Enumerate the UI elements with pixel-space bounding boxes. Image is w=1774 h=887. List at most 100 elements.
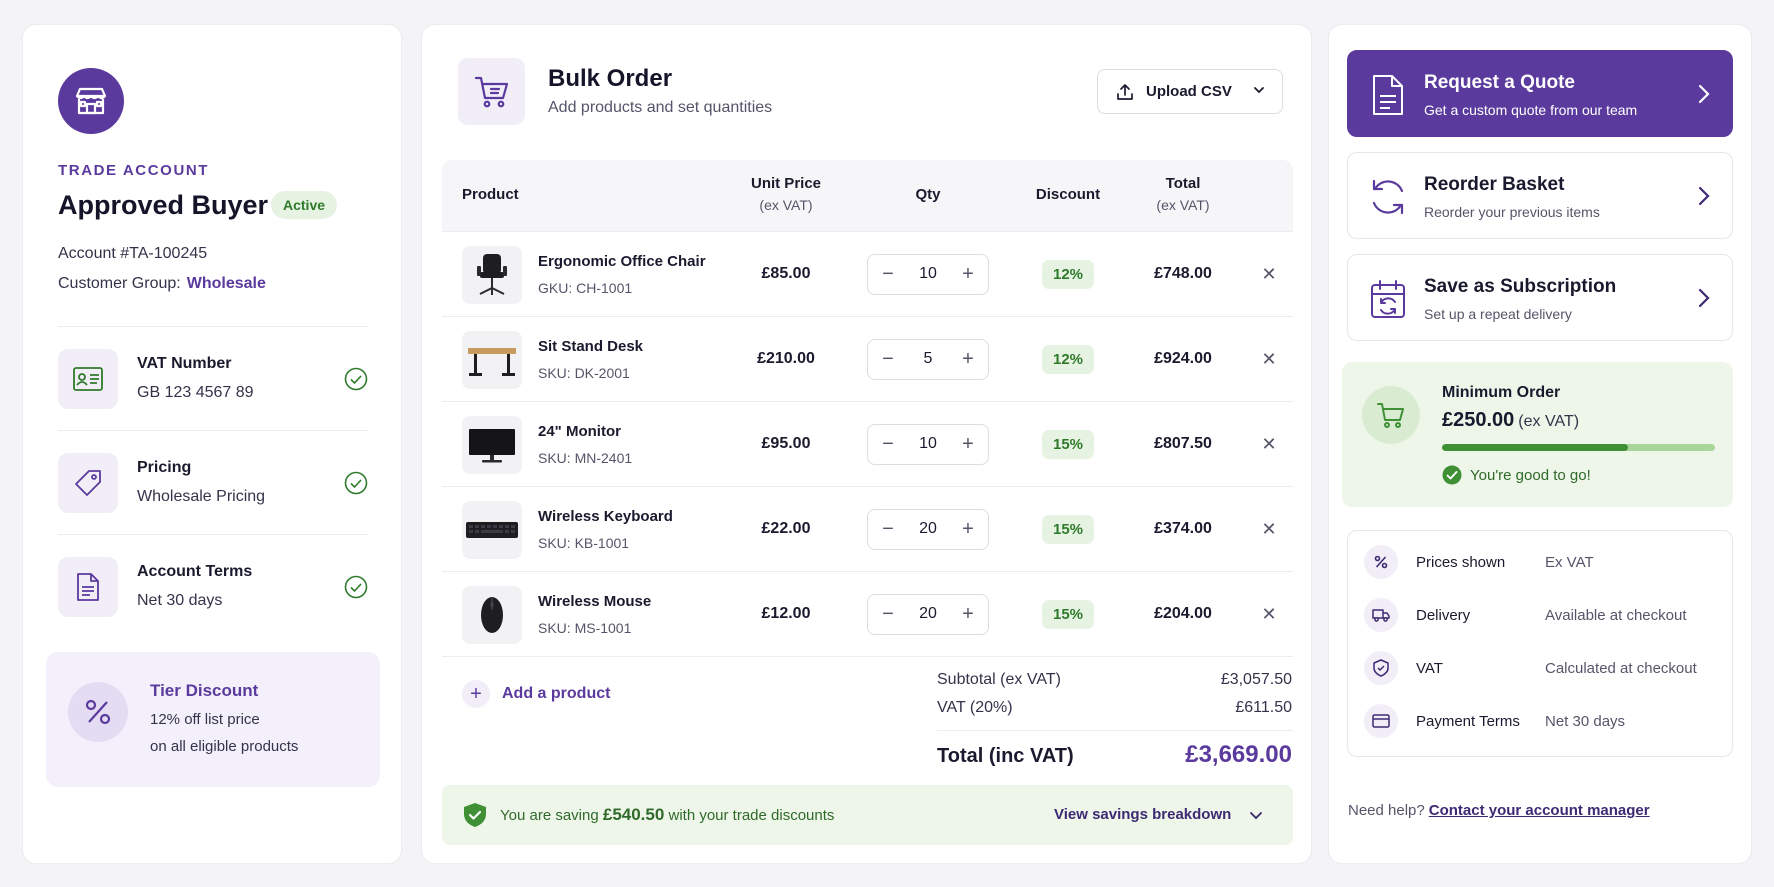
desk-image	[462, 331, 522, 389]
subtotal-label: Subtotal (ex VAT)	[937, 671, 1061, 688]
action-title: Save as Subscription	[1424, 276, 1617, 297]
decrease-quantity-button[interactable]: −	[868, 255, 908, 294]
unit-price: £85.00	[761, 265, 811, 282]
column-header-qty: Qty	[915, 186, 941, 203]
column-header-sub: (ex VAT)	[759, 197, 813, 213]
unit-price: £95.00	[761, 435, 811, 452]
remove-item-button[interactable]: ✕	[1257, 432, 1281, 456]
add-product-label: Add a product	[502, 685, 611, 702]
column-header-label: Unit Price	[750, 175, 822, 192]
table-row: 24" Monitor SKU: MN-2401 £95.00 − 10 + 1…	[442, 402, 1293, 487]
quantity-value[interactable]: 10	[908, 435, 948, 453]
decrease-quantity-button[interactable]: −	[868, 425, 908, 464]
chevron-down-icon[interactable]	[1248, 807, 1264, 823]
upload-csv-button[interactable]: Upload CSV	[1097, 69, 1283, 114]
account-title: Approved Buyer	[58, 190, 269, 220]
vat-value: £611.50	[1235, 699, 1292, 716]
id-card-icon	[58, 349, 118, 409]
grand-total-label: Total (inc VAT)	[937, 745, 1074, 767]
grand-total-value: £3,669.00	[1185, 741, 1292, 768]
increase-quantity-button[interactable]: +	[948, 255, 988, 294]
customer-group-value[interactable]: Wholesale	[187, 275, 266, 292]
product-name[interactable]: 24" Monitor	[538, 423, 621, 440]
add-product-button[interactable]: + Add a product	[462, 680, 610, 708]
reorder-basket-button[interactable]: Reorder Basket Reorder your previous ite…	[1347, 152, 1733, 239]
column-header-product: Product	[462, 186, 519, 203]
unit-price: £12.00	[761, 605, 811, 622]
quantity-value[interactable]: 20	[908, 605, 948, 623]
product-name[interactable]: Ergonomic Office Chair	[538, 253, 706, 270]
remove-item-button[interactable]: ✕	[1257, 262, 1281, 286]
product-name[interactable]: Wireless Mouse	[538, 593, 651, 610]
unit-price: £210.00	[757, 350, 815, 367]
actions-panel: Request a Quote Get a custom quote from …	[1328, 24, 1752, 864]
quantity-value[interactable]: 10	[908, 265, 948, 283]
table-row: Wireless Keyboard SKU: KB-1001 £22.00 − …	[442, 487, 1293, 572]
info-label: Prices shown	[1416, 554, 1506, 571]
increase-quantity-button[interactable]: +	[948, 425, 988, 464]
table-row: Ergonomic Office Chair GKU: CH-1001 £85.…	[442, 232, 1293, 317]
contact-account-manager-link[interactable]: Contact your account manager	[1429, 802, 1650, 819]
quantity-stepper: − 20 +	[867, 509, 989, 550]
check-circle-icon	[344, 471, 368, 495]
vat-number-row: VAT Number GB 123 4567 89	[58, 349, 368, 409]
divider	[58, 534, 368, 535]
check-circle-icon	[344, 575, 368, 599]
divider	[58, 326, 368, 327]
chevron-right-icon	[1698, 84, 1710, 104]
remove-item-button[interactable]: ✕	[1257, 347, 1281, 371]
info-label: Delivery	[1416, 607, 1471, 624]
monitor-image	[462, 416, 522, 474]
remove-item-button[interactable]: ✕	[1257, 602, 1281, 626]
close-icon: ✕	[1261, 263, 1277, 284]
check-circle-icon	[1442, 465, 1462, 485]
product-sku: SKU: KB-1001	[538, 535, 630, 551]
increase-quantity-button[interactable]: +	[948, 595, 988, 634]
close-icon: ✕	[1261, 518, 1277, 539]
account-type-label: TRADE ACCOUNT	[58, 162, 210, 179]
subtotal-value: £3,057.50	[1220, 671, 1292, 688]
document-icon	[58, 557, 118, 617]
keyboard-image	[462, 501, 522, 559]
info-value: Available at checkout	[1545, 607, 1687, 624]
decrease-quantity-button[interactable]: −	[868, 340, 908, 379]
quantity-value[interactable]: 20	[908, 520, 948, 538]
savings-amount: £540.50	[602, 805, 665, 824]
table-header: Product Unit Price (ex VAT) Qty Discount…	[442, 160, 1293, 232]
savings-banner: You are saving £540.50 with your trade d…	[442, 785, 1293, 845]
savings-prefix: You are saving	[500, 807, 599, 824]
minimum-order-suffix: (ex VAT)	[1518, 413, 1580, 430]
info-title: VAT Number	[137, 355, 232, 372]
minimum-order-card: Minimum Order £250.00 (ex VAT) You're goo…	[1342, 362, 1733, 507]
column-header-total: Total (ex VAT)	[1132, 175, 1234, 213]
view-savings-breakdown-link[interactable]: View savings breakdown	[1054, 806, 1231, 823]
increase-quantity-button[interactable]: +	[948, 510, 988, 549]
check-circle-icon	[344, 367, 368, 391]
percent-icon	[68, 682, 128, 742]
decrease-quantity-button[interactable]: −	[868, 510, 908, 549]
product-name[interactable]: Sit Stand Desk	[538, 338, 643, 355]
chevron-right-icon	[1698, 186, 1710, 206]
row-total: £374.00	[1154, 520, 1212, 537]
decrease-quantity-button[interactable]: −	[868, 595, 908, 634]
action-title: Request a Quote	[1424, 72, 1575, 93]
quantity-value[interactable]: 5	[908, 350, 948, 368]
quantity-stepper: − 20 +	[867, 594, 989, 635]
action-subtitle: Get a custom quote from our team	[1424, 102, 1638, 118]
quantity-stepper: − 5 +	[867, 339, 989, 380]
divider	[58, 430, 368, 431]
list-item: Delivery Available at checkout	[1364, 596, 1724, 634]
cart-icon	[1362, 386, 1420, 444]
column-header-sub: (ex VAT)	[1156, 197, 1210, 213]
close-icon: ✕	[1261, 433, 1277, 454]
action-subtitle: Set up a repeat delivery	[1424, 306, 1572, 322]
column-header-label: Total	[1165, 175, 1201, 192]
tier-discount-card: Tier Discount 12% off list price on all …	[46, 652, 380, 787]
account-terms-row: Account Terms Net 30 days	[58, 557, 368, 617]
request-quote-button[interactable]: Request a Quote Get a custom quote from …	[1347, 50, 1733, 137]
info-value: Net 30 days	[1545, 713, 1626, 730]
remove-item-button[interactable]: ✕	[1257, 517, 1281, 541]
increase-quantity-button[interactable]: +	[948, 340, 988, 379]
product-name[interactable]: Wireless Keyboard	[538, 508, 673, 525]
save-as-subscription-button[interactable]: Save as Subscription Set up a repeat del…	[1347, 254, 1733, 341]
